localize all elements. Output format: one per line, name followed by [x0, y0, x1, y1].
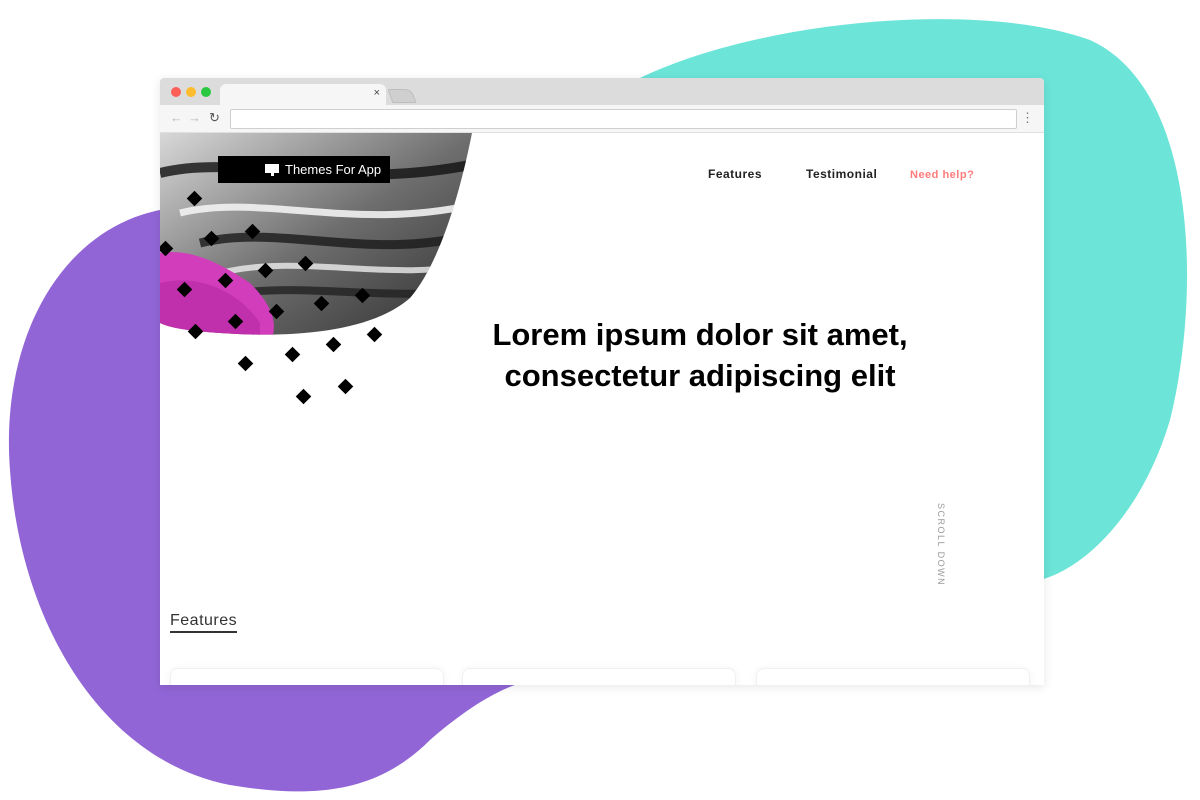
browser-window: × ← → ↻ ⋮ Themes For App Features Testim… — [160, 78, 1044, 685]
minimize-window-button[interactable] — [186, 87, 196, 97]
feature-card[interactable] — [462, 668, 736, 685]
address-bar[interactable] — [230, 109, 1017, 129]
menu-icon[interactable]: ⋮ — [1021, 110, 1034, 126]
tab-bar: × — [160, 78, 1044, 105]
new-tab-button[interactable] — [387, 89, 417, 103]
maximize-window-button[interactable] — [201, 87, 211, 97]
hero-title-line-2: consectetur adipiscing elit — [504, 358, 896, 393]
browser-toolbar: ← → ↻ ⋮ — [160, 105, 1044, 133]
features-section-title: Features — [170, 612, 238, 633]
forward-arrow-icon[interactable]: → — [188, 109, 201, 127]
back-arrow-icon[interactable]: ← — [170, 109, 183, 127]
web-page: Themes For App Features Testimonial Need… — [160, 133, 1044, 685]
browser-tab[interactable]: × — [220, 84, 386, 105]
hero-title: Lorem ipsum dolor sit amet, consectetur … — [440, 314, 960, 396]
hero-title-line-1: Lorem ipsum dolor sit amet, — [492, 317, 908, 352]
reload-icon[interactable]: ↻ — [209, 109, 220, 127]
close-window-button[interactable] — [171, 87, 181, 97]
scroll-down-link[interactable]: SCROLL DOWN — [936, 503, 946, 586]
nav-link-help[interactable]: Need help? — [910, 169, 974, 181]
logo-text: Themes For App — [285, 162, 382, 177]
close-tab-icon[interactable]: × — [374, 87, 380, 99]
feature-card[interactable] — [756, 668, 1030, 685]
site-logo[interactable]: Themes For App — [218, 156, 390, 183]
nav-link-testimonial[interactable]: Testimonial — [806, 167, 877, 181]
monitor-icon — [265, 163, 279, 176]
nav-link-features[interactable]: Features — [708, 167, 762, 181]
feature-card[interactable] — [170, 668, 444, 685]
